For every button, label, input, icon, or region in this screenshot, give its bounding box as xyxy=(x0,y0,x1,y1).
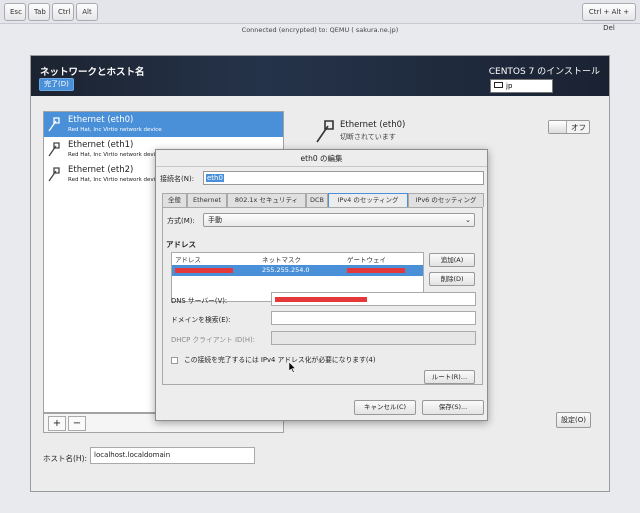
selected-device-name: Ethernet (eth0) xyxy=(340,120,406,130)
done-button[interactable]: 完了(D) xyxy=(39,78,74,91)
connection-name-value: eth0 xyxy=(206,174,224,182)
require-ipv4-checkbox[interactable]: この接続を完了するには IPv4 アドレス化が必要になります(4) xyxy=(171,354,376,364)
add-device-button[interactable]: + xyxy=(48,416,66,431)
switch-knob xyxy=(549,121,567,133)
search-domains-label: ドメインを検索(E): xyxy=(171,316,231,324)
device-item-eth0[interactable]: Ethernet (eth0) Red Hat, Inc Virtio netw… xyxy=(44,112,283,137)
tab-ethernet[interactable]: Ethernet xyxy=(187,193,227,207)
dns-servers-label: DNS サーバー(V): xyxy=(171,297,228,305)
device-description: Red Hat, Inc Virtio network device xyxy=(68,127,162,133)
add-address-button[interactable]: 追加(A) xyxy=(429,253,475,267)
installer-header: ネットワークとホスト名 完了(D) CENTOS 7 のインストール jp xyxy=(31,56,609,96)
hostname-input[interactable]: localhost.localdomain xyxy=(90,447,255,464)
redacted-dns xyxy=(275,297,367,302)
ethernet-cable-icon xyxy=(48,117,60,132)
delete-address-button[interactable]: 削除(D) xyxy=(429,272,475,286)
method-label: 方式(M): xyxy=(167,217,195,225)
redacted-gateway xyxy=(347,268,405,273)
device-name: Ethernet (eth2) xyxy=(68,165,134,175)
tab-key-button[interactable]: Tab xyxy=(28,3,50,21)
ipv4-settings-panel: 方式(M): 手動 ⌄ アドレス アドレス ネットマスク ゲートウェイ 255.… xyxy=(162,207,483,385)
configure-button[interactable]: 設定(O) xyxy=(556,412,591,428)
ethernet-cable-icon xyxy=(316,120,334,143)
column-header-address: アドレス xyxy=(175,256,201,264)
keyboard-layout-indicator[interactable]: jp xyxy=(490,79,553,93)
dns-servers-input[interactable] xyxy=(271,292,476,306)
switch-label: オフ xyxy=(571,123,586,132)
vnc-key-toolbar: Esc Tab Ctrl Alt Ctrl + Alt + Del xyxy=(0,0,640,32)
connection-name-input[interactable]: eth0 xyxy=(203,171,484,185)
save-button[interactable]: 保存(S)... xyxy=(422,400,484,415)
addresses-heading: アドレス xyxy=(166,240,196,249)
tab-dcb[interactable]: DCB xyxy=(306,193,328,207)
page-title: ネットワークとホスト名 xyxy=(40,67,145,78)
dialog-title: eth0 の編集 xyxy=(156,150,487,167)
ethernet-cable-icon xyxy=(48,142,60,157)
netmask-cell: 255.255.254.0 xyxy=(262,266,310,274)
redacted-address xyxy=(175,268,233,273)
device-name: Ethernet (eth0) xyxy=(68,115,134,125)
device-description: Red Hat, Inc Virtio network device xyxy=(68,152,162,158)
dhcp-client-id-input xyxy=(271,331,476,345)
dhcp-client-id-label: DHCP クライアント ID(H): xyxy=(171,336,255,344)
checkbox-box xyxy=(171,356,178,364)
ctrl-key-button[interactable]: Ctrl xyxy=(52,3,74,21)
device-connection-state: 切断されています xyxy=(340,133,396,141)
method-value: 手動 xyxy=(208,216,222,224)
table-row[interactable]: 255.255.254.0 xyxy=(172,265,423,276)
column-header-gateway: ゲートウェイ xyxy=(347,256,386,264)
tab-ipv6-settings[interactable]: IPv6 のセッティング xyxy=(408,193,484,207)
search-domains-input[interactable] xyxy=(271,311,476,325)
routes-button[interactable]: ルート(R)… xyxy=(424,370,475,384)
cancel-button[interactable]: キャンセル(C) xyxy=(354,400,416,415)
method-select[interactable]: 手動 ⌄ xyxy=(203,213,475,227)
remove-device-button[interactable]: − xyxy=(68,416,86,431)
keyboard-icon xyxy=(494,82,503,88)
alt-key-button[interactable]: Alt xyxy=(76,3,98,21)
column-header-netmask: ネットマスク xyxy=(262,256,301,264)
device-on-off-switch[interactable]: オフ xyxy=(548,120,590,134)
ethernet-cable-icon xyxy=(48,167,60,182)
ctrl-alt-del-button[interactable]: Ctrl + Alt + Del xyxy=(582,3,636,32)
connection-name-label: 接続名(N): xyxy=(160,175,195,183)
chevron-down-icon: ⌄ xyxy=(465,216,471,224)
hostname-label: ホスト名(H): xyxy=(43,454,88,463)
connection-status: Connected (encrypted) to: QEMU ( sakura.… xyxy=(241,26,399,34)
device-name: Ethernet (eth1) xyxy=(68,140,134,150)
tab-8021x-security[interactable]: 802.1x セキュリティ xyxy=(227,193,306,207)
require-ipv4-label: この接続を完了するには IPv4 アドレス化が必要になります(4) xyxy=(184,356,376,364)
edit-connection-dialog: eth0 の編集 接続名(N): eth0 全般 Ethernet 802.1x… xyxy=(155,149,488,421)
installer-title: CENTOS 7 のインストール xyxy=(488,67,600,77)
tab-ipv4-settings[interactable]: IPv4 のセッティング xyxy=(328,193,408,208)
tab-general[interactable]: 全般 xyxy=(162,193,187,207)
keyboard-layout-value: jp xyxy=(506,82,513,90)
esc-key-button[interactable]: Esc xyxy=(4,3,26,21)
mouse-pointer-icon xyxy=(289,362,297,373)
device-description: Red Hat, Inc Virtio network device xyxy=(68,177,162,183)
